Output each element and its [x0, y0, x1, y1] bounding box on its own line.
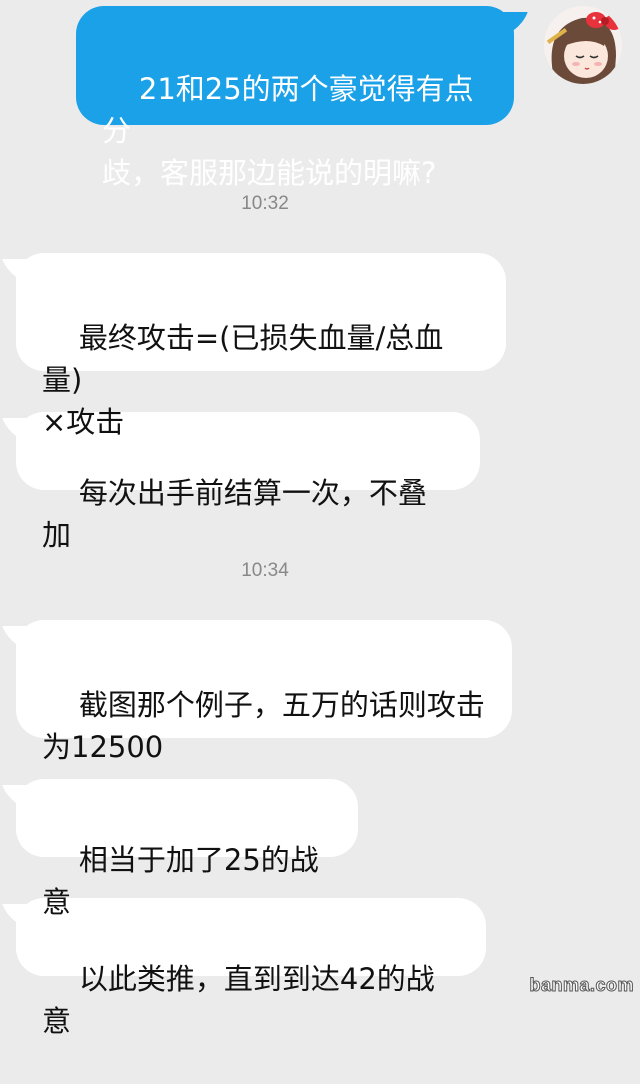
- hello-kitty-bow-avatar-icon: [546, 12, 622, 84]
- incoming-message-bubble[interactable]: 以此类推，直到到达42的战意: [16, 898, 486, 1038]
- message-text: 截图那个例子，五万的话则攻击 为12500: [42, 688, 485, 764]
- avatar[interactable]: [544, 6, 622, 84]
- timestamp: 10:34: [241, 560, 289, 581]
- chat-conversation: 21和25的两个豪觉得有点分 歧，客服那边能说的明嘛? 10:32 最终攻击=(…: [0, 0, 640, 1038]
- incoming-message-bubble[interactable]: 截图那个例子，五万的话则攻击 为12500: [16, 620, 512, 764]
- message-text: 每次出手前结算一次，不叠加: [42, 476, 427, 552]
- outgoing-message-bubble[interactable]: 21和25的两个豪觉得有点分 歧，客服那边能说的明嘛?: [76, 6, 514, 190]
- incoming-message-bubble[interactable]: 相当于加了25的战意: [16, 779, 358, 919]
- incoming-message-bubble[interactable]: 最终攻击=(已损失血量/总血量) ×攻击: [16, 253, 506, 439]
- watermark: banma.com: [529, 975, 634, 996]
- timestamp: 10:32: [241, 193, 289, 214]
- message-text: 以此类推，直到到达42的战意: [42, 962, 435, 1038]
- message-text: 21和25的两个豪觉得有点分 歧，客服那边能说的明嘛?: [102, 72, 474, 190]
